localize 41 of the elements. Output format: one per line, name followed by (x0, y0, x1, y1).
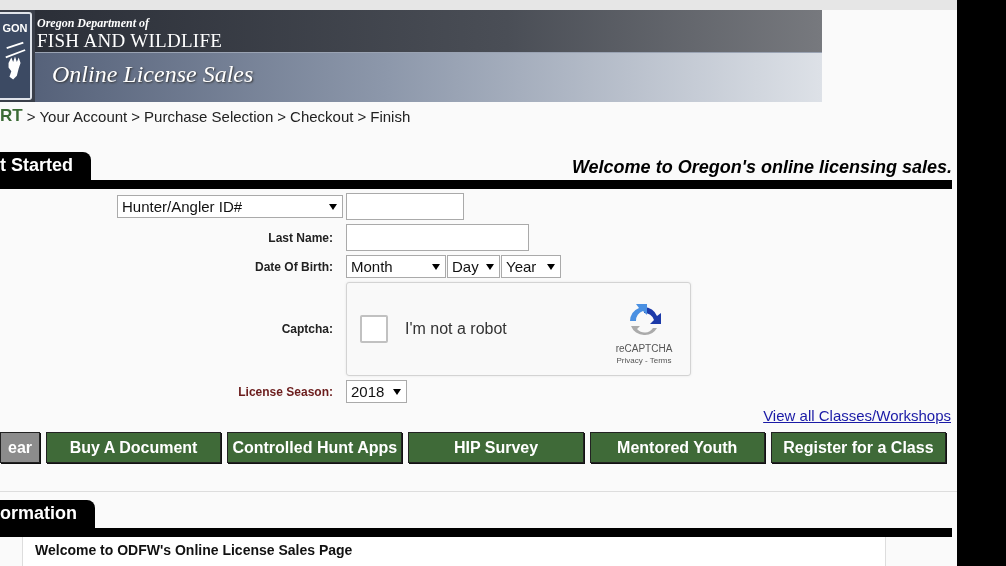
breadcrumb-step: Your Account (39, 107, 128, 125)
breadcrumb-separator: > (357, 107, 367, 125)
captcha-brand: reCAPTCHA (615, 343, 673, 354)
dropdown-arrow-icon (329, 204, 337, 210)
field-label: Date Of Birth: (255, 259, 333, 274)
dropdown-arrow-icon (393, 389, 401, 395)
action-button[interactable]: HIP Survey (408, 432, 584, 463)
agency-name: FISH AND WILDLIFE (37, 31, 224, 51)
captcha-links[interactable]: Privacy - Terms (616, 356, 672, 365)
breadcrumb-step: RT (0, 106, 23, 126)
action-button[interactable]: Mentored Youth (589, 432, 765, 463)
action-button[interactable]: Buy A Document (46, 432, 222, 463)
breadcrumb-separator: > (131, 107, 141, 125)
agency-subtitle: Oregon Department of (37, 16, 151, 31)
id-input-field[interactable] (346, 193, 464, 220)
site-title: Online License Sales (52, 61, 255, 88)
info-title: Welcome to ODFW's Online License Sales Page (35, 542, 353, 558)
dropdown-arrow-icon (486, 264, 494, 270)
agency-logo: GON (0, 12, 32, 100)
breadcrumb-step: Checkout (290, 107, 354, 125)
welcome-heading: Welcome to Oregon's online licensing sales. (571, 157, 952, 179)
dropdown-arrow-icon (432, 264, 440, 270)
id-type-select[interactable]: Hunter/Angler ID# (117, 195, 343, 218)
captcha-label: I'm not a robot (405, 320, 508, 338)
field-label: Last Name: (268, 230, 333, 245)
captcha-checkbox[interactable] (360, 315, 388, 343)
dropdown-arrow-icon (547, 264, 555, 270)
breadcrumb-step: Purchase Selection (144, 107, 274, 125)
action-button[interactable]: Controlled Hunt Apps (227, 432, 403, 463)
classes-link[interactable]: View all Classes/Workshops (763, 407, 951, 424)
action-button[interactable]: Register for a Class (770, 432, 946, 463)
date-select[interactable]: Year (501, 255, 561, 278)
field-label: License Season: (238, 384, 333, 399)
breadcrumb-step: Finish (370, 107, 411, 125)
breadcrumb-separator: > (277, 107, 287, 125)
season-select[interactable]: 2018 (346, 380, 407, 403)
field-label: Captcha: (281, 322, 333, 336)
breadcrumb-separator: > (26, 107, 36, 125)
date-select[interactable]: Month (346, 255, 446, 278)
date-select[interactable]: Day (447, 255, 500, 278)
last-name-input-field[interactable] (346, 224, 529, 251)
